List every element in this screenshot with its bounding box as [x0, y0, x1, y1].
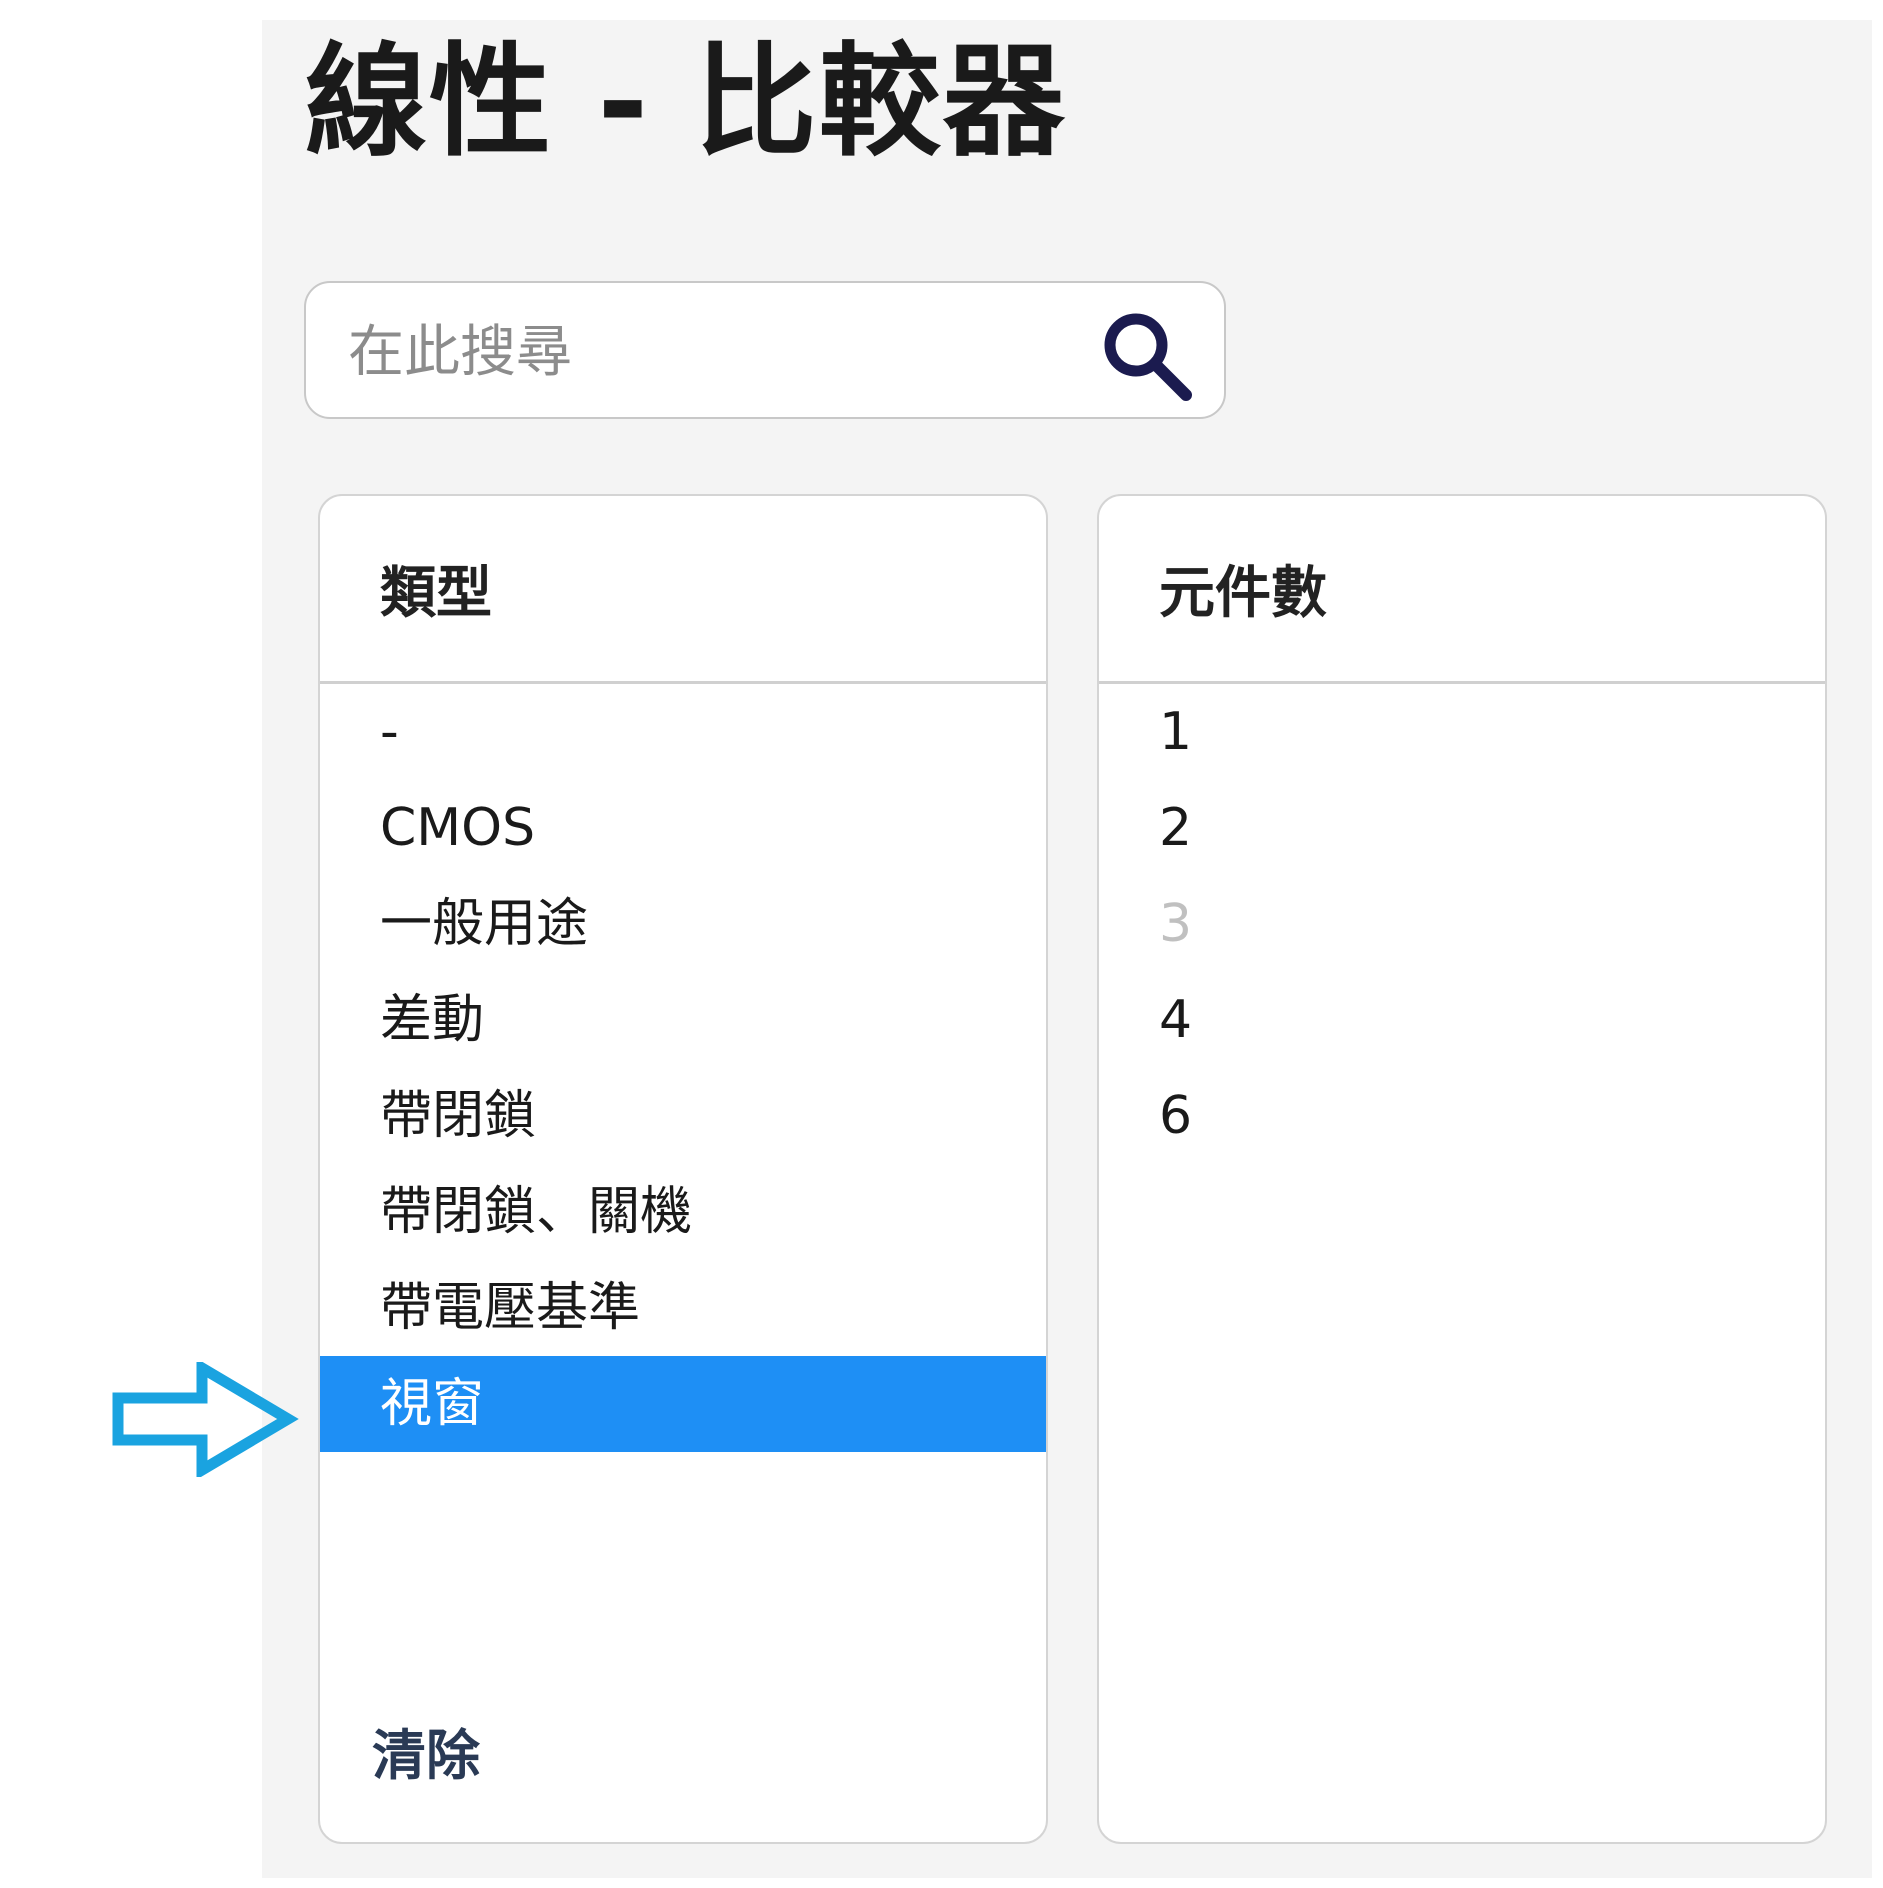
- clear-button[interactable]: 清除: [372, 1711, 480, 1790]
- page-title: 線性 - 比較器: [305, 31, 1067, 173]
- type-option[interactable]: 視窗: [320, 1356, 1046, 1452]
- type-option[interactable]: 帶閉鎖: [320, 1068, 1046, 1164]
- type-option[interactable]: 差動: [320, 972, 1046, 1068]
- type-filter-card: 類型 - CMOS 一般用途 差動 帶閉鎖 帶閉鎖、關機 帶電壓基準 視窗 清除: [318, 494, 1048, 1844]
- type-option[interactable]: CMOS: [320, 780, 1046, 876]
- search-input[interactable]: [346, 303, 1050, 401]
- type-option[interactable]: 帶電壓基準: [320, 1260, 1046, 1356]
- type-option[interactable]: -: [320, 684, 1046, 780]
- element-count-option[interactable]: 2: [1099, 780, 1825, 876]
- element-count-option[interactable]: 6: [1099, 1068, 1825, 1164]
- type-filter-list: - CMOS 一般用途 差動 帶閉鎖 帶閉鎖、關機 帶電壓基準 視窗: [320, 684, 1046, 1452]
- type-option[interactable]: 帶閉鎖、關機: [320, 1164, 1046, 1260]
- search-icon[interactable]: [1096, 305, 1196, 405]
- element-count-option[interactable]: 4: [1099, 972, 1825, 1068]
- element-count-filter-header: 元件數: [1099, 496, 1825, 684]
- element-count-filter-card: 元件數 12 3 46: [1097, 494, 1827, 1844]
- arrow-right-icon: [112, 1362, 299, 1477]
- element-count-option: 3: [1159, 894, 1193, 954]
- search-box: [304, 281, 1226, 419]
- element-count-option[interactable]: 1: [1099, 684, 1825, 780]
- type-filter-header: 類型: [320, 496, 1046, 684]
- page: 線性 - 比較器 類型 -CMOS一般用途差動帶閉鎖帶閉鎖、關機帶電壓基準視窗 …: [0, 0, 1883, 1888]
- element-count-filter-list: 12 3 46: [1099, 684, 1825, 1164]
- type-option[interactable]: 一般用途: [320, 876, 1046, 972]
